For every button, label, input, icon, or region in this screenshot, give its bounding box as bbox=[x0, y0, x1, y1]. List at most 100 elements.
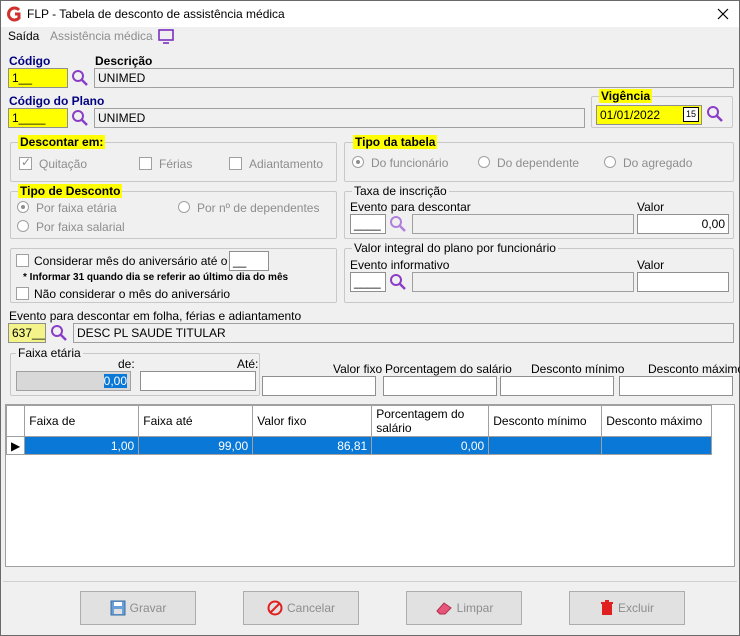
evento-folha-desc[interactable]: DESC PL SAUDE TITULAR bbox=[73, 323, 734, 343]
faixa-de-input[interactable]: 0,00 bbox=[16, 371, 131, 391]
descricao-field[interactable]: UNIMED bbox=[94, 68, 734, 88]
delete-label: Excluir bbox=[617, 601, 654, 615]
close-icon[interactable] bbox=[717, 8, 729, 20]
search-icon[interactable] bbox=[389, 273, 407, 291]
col-desc-min[interactable]: Desconto mínimo bbox=[488, 405, 603, 437]
cell-faixa-de[interactable]: 1,00 bbox=[24, 436, 140, 455]
nao-considerar-checkbox[interactable] bbox=[16, 287, 29, 300]
plano-desc-field[interactable]: UNIMED bbox=[94, 108, 585, 128]
vigencia-value: 01/01/2022 bbox=[600, 108, 661, 122]
title-bar: FLP - Tabela de desconto de assistência … bbox=[1, 1, 739, 27]
quitacao-checkbox[interactable] bbox=[19, 155, 32, 170]
col-faixa-de[interactable]: Faixa de bbox=[24, 405, 140, 437]
menu-module: Assistência médica bbox=[50, 29, 153, 43]
evento-folha-input[interactable]: 637__ bbox=[8, 323, 46, 343]
search-icon[interactable] bbox=[71, 69, 89, 87]
quitacao-label: Quitação bbox=[39, 157, 88, 171]
col-desc-max[interactable]: Desconto máximo bbox=[601, 405, 713, 437]
clear-label: Limpar bbox=[456, 601, 494, 615]
app-window: FLP - Tabela de desconto de assistência … bbox=[0, 0, 740, 636]
trash-icon bbox=[600, 600, 613, 615]
valor-integral-valor-label: Valor bbox=[637, 258, 665, 272]
app-logo-icon bbox=[7, 6, 21, 22]
ferias-label: Férias bbox=[159, 157, 193, 171]
data-grid[interactable]: Faixa de Faixa até Valor fixo Porcentage… bbox=[5, 404, 735, 567]
col-faixa-ate[interactable]: Faixa até bbox=[138, 405, 254, 437]
delete-button[interactable]: Excluir bbox=[569, 591, 685, 625]
valor-integral-title: Valor integral do plano por funcionário bbox=[352, 241, 558, 255]
clear-button[interactable]: Limpar bbox=[406, 591, 522, 625]
cell-porcentagem[interactable]: 0,00 bbox=[371, 436, 490, 455]
vigencia-label: Vigência bbox=[599, 89, 653, 103]
faixa-etaria-label: Por faixa etária bbox=[36, 201, 117, 215]
taxa-valor-label: Valor bbox=[637, 200, 665, 214]
save-icon bbox=[110, 600, 126, 616]
taxa-valor-input[interactable]: 0,00 bbox=[637, 214, 729, 234]
window-title: FLP - Tabela de desconto de assistência … bbox=[27, 7, 285, 21]
cell-desc-min[interactable] bbox=[488, 436, 603, 455]
cell-faixa-ate[interactable]: 99,00 bbox=[138, 436, 254, 455]
agregado-label: Do agregado bbox=[623, 156, 693, 170]
evento-informativo-desc bbox=[412, 272, 634, 292]
cell-valor-fixo[interactable]: 86,81 bbox=[252, 436, 373, 455]
col-valor-fixo[interactable]: Valor fixo bbox=[252, 405, 373, 437]
cancel-label: Cancelar bbox=[286, 601, 336, 615]
valor-fixo-input[interactable] bbox=[262, 376, 376, 396]
codigo-plano-label: Código do Plano bbox=[9, 94, 105, 108]
porcentagem-input[interactable] bbox=[383, 376, 497, 396]
save-button[interactable]: Gravar bbox=[80, 591, 196, 625]
ferias-checkbox[interactable] bbox=[139, 157, 152, 170]
dependente-radio[interactable] bbox=[478, 156, 490, 168]
faixa-salarial-radio[interactable] bbox=[17, 220, 29, 232]
evento-informativo-input[interactable]: ____ bbox=[350, 272, 386, 292]
eraser-icon bbox=[435, 602, 452, 615]
tipo-tabela-title: Tipo da tabela bbox=[353, 135, 438, 149]
search-icon[interactable] bbox=[50, 324, 68, 342]
taxa-title: Taxa de inscrição bbox=[352, 184, 449, 198]
table-row[interactable]: ▶ 1,00 99,00 86,81 0,00 bbox=[5, 436, 713, 455]
valor-fixo-label: Valor fixo bbox=[333, 362, 383, 376]
valor-integral-valor-input[interactable] bbox=[637, 272, 729, 292]
codigo-input[interactable]: 1__ bbox=[8, 68, 68, 88]
taxa-evento-label: Evento para descontar bbox=[350, 200, 471, 214]
num-dependentes-radio[interactable] bbox=[178, 201, 190, 213]
faixa-etaria-radio[interactable] bbox=[17, 201, 29, 213]
cell-desc-max[interactable] bbox=[601, 436, 713, 455]
desc-min-input[interactable] bbox=[500, 376, 614, 396]
num-dependentes-label: Por nº de dependentes bbox=[197, 201, 320, 215]
nao-considerar-label: Não considerar o mês do aniversário bbox=[34, 287, 231, 301]
codigo-plano-input[interactable]: 1____ bbox=[8, 108, 68, 128]
search-icon[interactable] bbox=[71, 109, 89, 127]
considerar-mes-label: Considerar mês do aniversário até o dia bbox=[34, 254, 247, 268]
faixa-ate-input[interactable] bbox=[140, 371, 256, 391]
desc-min-label: Desconto mínimo bbox=[531, 362, 625, 376]
adiantamento-checkbox[interactable] bbox=[229, 157, 242, 170]
calendar-icon[interactable]: 15 bbox=[683, 107, 699, 122]
faixa-title: Faixa etária bbox=[16, 346, 83, 360]
desc-max-label: Desconto máximo bbox=[648, 362, 740, 376]
taxa-evento-input[interactable]: ____ bbox=[350, 214, 386, 234]
evento-informativo-label: Evento informativo bbox=[350, 258, 450, 272]
considerar-mes-checkbox[interactable] bbox=[16, 254, 29, 267]
dependente-label: Do dependente bbox=[497, 156, 580, 170]
descricao-label: Descrição bbox=[95, 54, 153, 68]
taxa-evento-desc bbox=[412, 214, 634, 234]
save-label: Gravar bbox=[129, 601, 167, 615]
adiantamento-label: Adiantamento bbox=[249, 157, 324, 171]
descontar-em-title: Descontar em: bbox=[18, 135, 106, 149]
codigo-label: Código bbox=[9, 54, 51, 68]
search-icon[interactable] bbox=[706, 105, 724, 123]
desc-max-input[interactable] bbox=[619, 376, 733, 396]
row-indicator-header bbox=[5, 405, 26, 437]
menu-exit[interactable]: Saída bbox=[8, 29, 39, 43]
faixa-ate-label: Até: bbox=[237, 357, 259, 371]
aniversario-dia-input[interactable]: __ bbox=[229, 251, 269, 271]
cancel-button[interactable]: Cancelar bbox=[243, 591, 359, 625]
search-icon[interactable] bbox=[389, 215, 407, 233]
monitor-icon[interactable] bbox=[158, 29, 174, 44]
funcionario-radio[interactable] bbox=[352, 156, 364, 168]
cancel-icon bbox=[267, 600, 283, 616]
agregado-radio[interactable] bbox=[604, 156, 616, 168]
faixa-de-label: de: bbox=[118, 357, 135, 371]
col-porcentagem[interactable]: Porcentagem do salário bbox=[371, 405, 490, 437]
